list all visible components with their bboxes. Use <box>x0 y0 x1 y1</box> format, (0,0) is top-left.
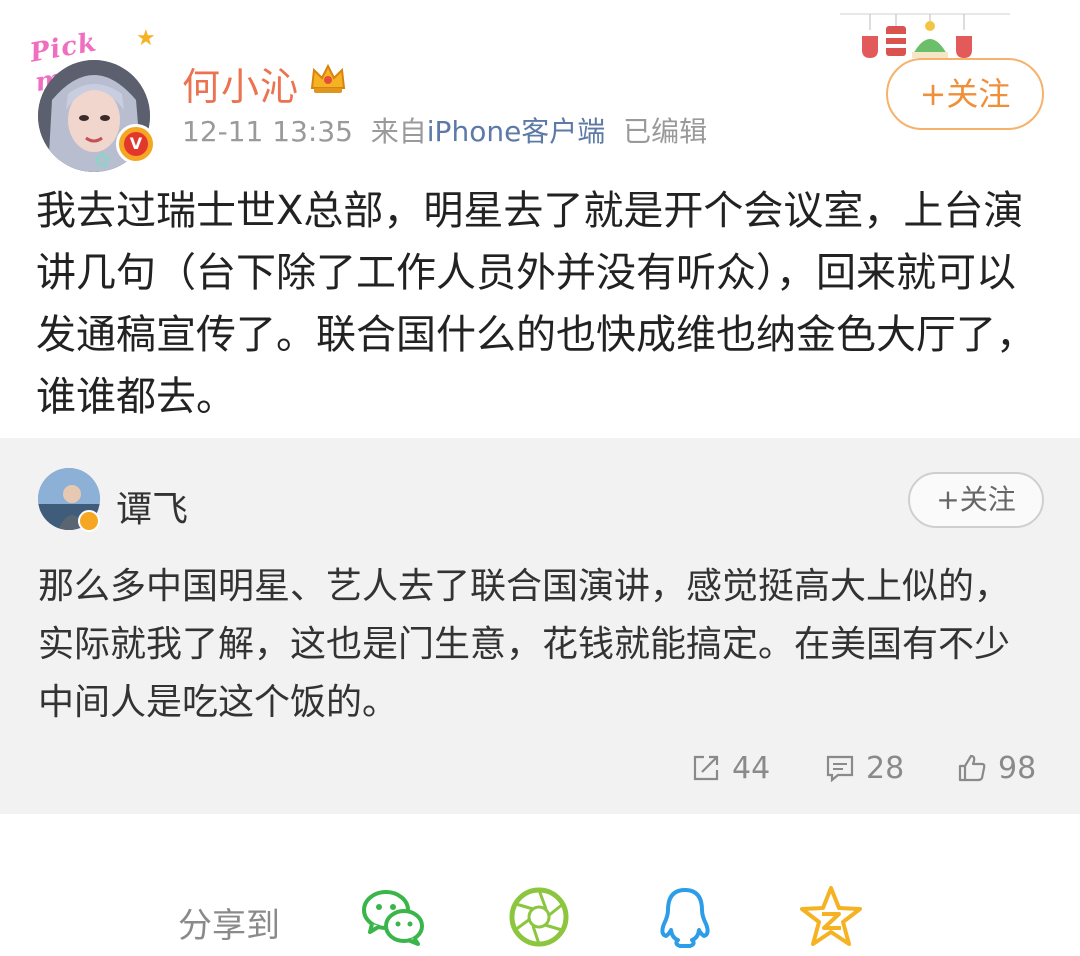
flower-icon: ✿ <box>94 148 111 172</box>
like-count: 98 <box>998 750 1037 786</box>
qzone-icon[interactable] <box>798 884 864 950</box>
post-time: 12-11 13:35 <box>182 115 353 148</box>
post-body-text: 我去过瑞士世X总部，明星去了就是开个会议室，上台演讲几句（台下除了工作人员外并没… <box>36 188 1036 420</box>
repost-button[interactable]: 44 <box>690 748 770 788</box>
post-source-link[interactable]: iPhone客户端 <box>427 115 606 148</box>
retweet-body-text: 那么多中国明星、艺人去了联合国演讲，感觉挺高大上似的，实际就我了解，这也是门生意… <box>38 566 1011 723</box>
thumbs-up-icon <box>958 754 986 782</box>
verified-badge-letter: V <box>124 132 148 156</box>
verified-badge-icon: V <box>116 124 156 164</box>
star-icon: ★ <box>136 26 156 51</box>
author-name[interactable]: 何小沁 <box>182 56 299 111</box>
author-avatar[interactable]: Pick me ★ ✿ V <box>28 26 156 172</box>
retweet-verified-icon <box>78 510 100 532</box>
retweet-author-name[interactable]: 谭飞 <box>116 480 188 532</box>
repost-icon <box>693 755 719 781</box>
vip-crown-icon[interactable] <box>308 58 348 98</box>
retweeted-post[interactable]: 谭飞 +关注 那么多中国明星、艺人去了联合国演讲，感觉挺高大上似的，实际就我了解… <box>0 438 1080 814</box>
comment-button[interactable]: 28 <box>824 748 904 788</box>
qq-icon[interactable] <box>652 884 718 950</box>
follow-button[interactable]: +关注 <box>886 58 1044 130</box>
wechat-icon[interactable] <box>360 884 426 950</box>
retweet-follow-button[interactable]: +关注 <box>908 472 1044 528</box>
share-label: 分享到 <box>178 906 280 946</box>
weibo-post: Pick me ★ ✿ V 何小沁 12-11 13:35 来自iPhone客户… <box>0 0 1080 438</box>
comment-icon <box>826 755 854 783</box>
edited-label[interactable]: 已编辑 <box>623 115 707 148</box>
like-button[interactable]: 98 <box>956 748 1036 788</box>
share-bar: 分享到 <box>0 814 1080 956</box>
source-prefix: 来自 <box>370 115 427 148</box>
moments-icon[interactable] <box>506 884 572 950</box>
repost-count: 44 <box>732 750 771 786</box>
comment-count: 28 <box>866 750 905 786</box>
post-meta: 12-11 13:35 来自iPhone客户端 已编辑 <box>182 110 707 150</box>
